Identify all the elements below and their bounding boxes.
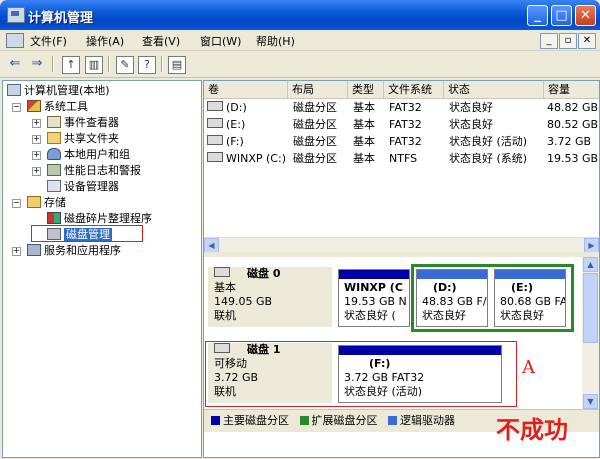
scroll-thumb[interactable]: [583, 273, 598, 343]
device-manager-icon: [47, 180, 61, 192]
close-button[interactable]: ✕: [575, 5, 596, 26]
maximize-button[interactable]: □: [551, 5, 572, 26]
removable-drive-icon: [207, 135, 223, 145]
scroll-left-icon[interactable]: ◀: [204, 238, 219, 253]
disk-0-info[interactable]: 磁盘 0 基本 149.05 GB 联机: [208, 267, 332, 327]
tree-item-event-viewer[interactable]: 事件查看器: [47, 115, 119, 131]
back-arrow-icon[interactable]: ⇐: [6, 55, 24, 73]
services-icon: [27, 244, 41, 256]
console-tree: 计算机管理(本地) − 系统工具 + 事件查看器 + 共享文件夹 + 本地用户和…: [2, 80, 202, 458]
toolbar-separator: [161, 56, 163, 72]
expander-expand[interactable]: +: [32, 167, 41, 176]
column-header-layout[interactable]: 布局: [288, 81, 348, 98]
title-bar[interactable]: 计算机管理 _ □ ✕: [0, 0, 600, 30]
expander-expand[interactable]: +: [32, 151, 41, 160]
expander-expand[interactable]: +: [12, 247, 21, 256]
tree-item-services-apps[interactable]: 服务和应用程序: [27, 243, 121, 259]
column-header-capacity[interactable]: 容量: [544, 81, 599, 98]
expander-expand[interactable]: +: [32, 119, 41, 128]
volume-list-header: 卷 布局 类型 文件系统 状态 容量: [204, 81, 599, 99]
event-viewer-icon: [47, 116, 61, 128]
tree-item-computer-management[interactable]: 计算机管理(本地): [7, 83, 110, 99]
tree-item-shared-folders[interactable]: 共享文件夹: [47, 131, 119, 147]
storage-icon: [27, 196, 41, 208]
details-pane: 卷 布局 类型 文件系统 状态 容量 (D:) 磁盘分区 基本 FAT32 状态…: [203, 80, 600, 458]
logical-drive-swatch: [388, 416, 397, 425]
tree-item-storage[interactable]: 存储: [27, 195, 66, 211]
show-hide-tree-icon[interactable]: ▥: [85, 56, 103, 74]
tree-item-device-manager[interactable]: 设备管理器: [47, 179, 119, 195]
tree-item-local-users[interactable]: 本地用户和组: [47, 147, 130, 163]
computer-management-icon: [7, 7, 25, 23]
expander-collapse[interactable]: −: [12, 199, 21, 208]
toolbar: ⇐ ⇒ ↑ ▥ ✎ ? ▤: [0, 51, 600, 78]
highlight-box-disk-management: [31, 225, 143, 242]
annotation-a: A: [522, 357, 535, 378]
window-title: 计算机管理: [28, 11, 94, 26]
partition-c[interactable]: WINXP (C 19.53 GB N 状态良好 (: [338, 269, 410, 327]
mdi-close-button[interactable]: ✕: [578, 33, 596, 49]
horizontal-scrollbar[interactable]: ◀ ▶: [204, 237, 599, 253]
drive-icon: [207, 152, 223, 162]
expander-expand[interactable]: +: [32, 135, 41, 144]
minimize-button[interactable]: _: [527, 5, 548, 26]
mdi-restore-button[interactable]: ▫: [559, 33, 577, 49]
export-list-icon[interactable]: ▤: [168, 56, 186, 74]
tools-icon: [27, 100, 41, 112]
help-icon[interactable]: ?: [138, 56, 156, 74]
column-header-type[interactable]: 类型: [348, 81, 384, 98]
menu-view[interactable]: 查看(V): [142, 33, 180, 49]
highlight-box-disk-1: [205, 341, 517, 407]
shared-folder-icon: [47, 132, 61, 144]
disk-graph-view: 磁盘 0 基本 149.05 GB 联机 WINXP (C 19.53 GB N…: [204, 257, 582, 409]
table-row[interactable]: (F:) 磁盘分区 基本 FAT32 状态良好 (活动) 3.72 GB: [204, 133, 599, 150]
scroll-right-icon[interactable]: ▶: [584, 238, 599, 253]
performance-icon: [47, 164, 61, 176]
hard-disk-icon: [214, 267, 230, 277]
computer-management-window: 计算机管理 _ □ ✕ 文件(F) 操作(A) 查看(V) 窗口(W) 帮助(H…: [0, 0, 600, 459]
up-folder-icon[interactable]: ↑: [62, 56, 80, 74]
tree-item-system-tools[interactable]: 系统工具: [27, 99, 88, 115]
computer-icon: [7, 84, 21, 96]
table-row[interactable]: (D:) 磁盘分区 基本 FAT32 状态良好 48.82 GB: [204, 99, 599, 116]
menu-action[interactable]: 操作(A): [86, 33, 124, 49]
drive-icon: [207, 101, 223, 111]
expander-collapse[interactable]: −: [12, 103, 21, 112]
users-icon: [47, 148, 61, 160]
table-row[interactable]: WINXP (C:) 磁盘分区 基本 NTFS 状态良好 (系统) 19.53 …: [204, 150, 599, 167]
mdi-controls: _ ▫ ✕: [539, 33, 596, 49]
menu-window[interactable]: 窗口(W): [200, 33, 241, 49]
properties-icon[interactable]: ✎: [116, 56, 134, 74]
annotation-fail: 不成功: [496, 416, 568, 444]
primary-partition-swatch: [211, 416, 220, 425]
extended-partition-swatch: [299, 416, 309, 425]
extended-partition-highlight: [411, 264, 574, 332]
toolbar-separator: [108, 56, 110, 72]
tree-item-performance-logs[interactable]: 性能日志和警报: [47, 163, 141, 179]
mdi-minimize-button[interactable]: _: [540, 33, 558, 49]
menu-help[interactable]: 帮助(H): [256, 33, 295, 49]
toolbar-separator: [52, 56, 54, 72]
menu-bar: 文件(F) 操作(A) 查看(V) 窗口(W) 帮助(H): [0, 30, 600, 51]
defrag-icon: [47, 212, 61, 224]
drive-icon: [207, 118, 223, 128]
mdi-document-icon[interactable]: [6, 33, 24, 48]
forward-arrow-icon[interactable]: ⇒: [28, 55, 46, 73]
column-header-volume[interactable]: 卷: [204, 81, 288, 98]
table-row[interactable]: (E:) 磁盘分区 基本 FAT32 状态良好 80.52 GB: [204, 116, 599, 133]
column-header-filesystem[interactable]: 文件系统: [384, 81, 444, 98]
vertical-scrollbar[interactable]: ▲ ▼: [582, 257, 599, 409]
column-header-status[interactable]: 状态: [444, 81, 544, 98]
menu-file[interactable]: 文件(F): [30, 33, 67, 49]
scroll-up-icon[interactable]: ▲: [583, 257, 598, 272]
scroll-down-icon[interactable]: ▼: [583, 394, 598, 409]
